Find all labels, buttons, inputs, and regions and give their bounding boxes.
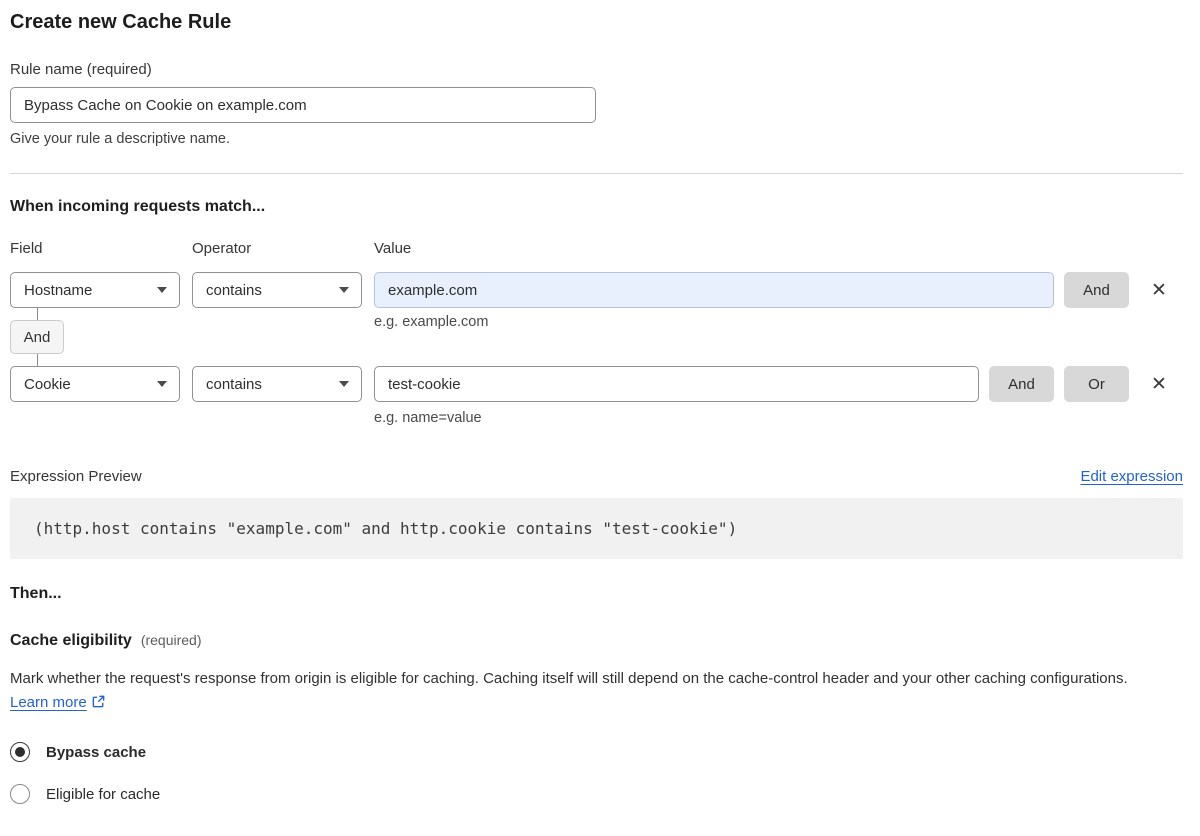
expression-code: (http.host contains "example.com" and ht…	[34, 519, 738, 538]
field-column-label: Field	[10, 240, 43, 257]
section-divider	[10, 173, 1183, 174]
value-hint-row2: e.g. name=value	[374, 410, 482, 426]
cache-eligibility-description: Mark whether the request's response from…	[10, 667, 1165, 717]
field-select-row2-value: Cookie	[24, 375, 71, 393]
match-row-1: Hostname contains And ✕	[10, 272, 1183, 308]
chevron-down-icon	[339, 287, 349, 293]
bypass-cache-radio[interactable]: Bypass cache	[10, 742, 1183, 762]
eligible-for-cache-label: Eligible for cache	[46, 785, 161, 803]
add-and-condition-button-row2[interactable]: And	[989, 366, 1054, 402]
add-and-condition-button-row1[interactable]: And	[1064, 272, 1129, 308]
field-select-row1-value: Hostname	[24, 281, 93, 299]
add-or-condition-button-row2[interactable]: Or	[1064, 366, 1129, 402]
match-column-labels: Field Operator Value	[10, 240, 1183, 257]
rule-name-input[interactable]	[10, 87, 596, 123]
operator-column-label: Operator	[192, 240, 252, 257]
close-icon[interactable]: ✕	[1148, 279, 1170, 301]
chevron-down-icon	[339, 381, 349, 387]
required-note: (required)	[140, 632, 202, 648]
connector-line-bottom	[36, 354, 38, 366]
rule-name-label: Rule name (required)	[10, 61, 152, 78]
operator-select-row2-value: contains	[206, 375, 262, 393]
field-select-row2[interactable]: Cookie	[10, 366, 180, 402]
value-column-label: Value	[374, 240, 412, 257]
chevron-down-icon	[157, 287, 167, 293]
radio-button-icon	[10, 742, 30, 762]
row-connector-zone: And e.g. example.com	[10, 308, 1183, 366]
radio-button-icon	[10, 784, 30, 804]
match-row-2: Cookie contains And Or ✕	[10, 366, 1183, 402]
page-title: Create new Cache Rule	[10, 11, 232, 33]
rule-name-help: Give your rule a descriptive name.	[10, 131, 231, 147]
and-connector-button[interactable]: And	[10, 320, 64, 354]
cache-eligibility-label: Cache eligibility	[10, 632, 132, 649]
connector-line-top	[36, 308, 38, 320]
then-heading: Then...	[10, 585, 62, 602]
external-link-icon	[91, 693, 106, 717]
match-heading: When incoming requests match...	[10, 198, 266, 215]
cache-eligibility-options: Bypass cache Eligible for cache	[10, 742, 1183, 804]
operator-select-row1[interactable]: contains	[192, 272, 362, 308]
chevron-down-icon	[157, 381, 167, 387]
value-hint-row1: e.g. example.com	[374, 314, 489, 330]
expression-preview-label: Expression Preview	[10, 468, 142, 485]
value-input-row2[interactable]	[374, 366, 979, 402]
learn-more-link[interactable]: Learn more	[10, 694, 87, 711]
operator-select-row2[interactable]: contains	[192, 366, 362, 402]
close-icon[interactable]: ✕	[1148, 373, 1170, 395]
operator-select-row1-value: contains	[206, 281, 262, 299]
edit-expression-link[interactable]: Edit expression	[1080, 468, 1183, 485]
row1-buttons: And	[1064, 272, 1129, 308]
and-connector: And	[10, 308, 64, 366]
expression-header: Expression Preview Edit expression	[10, 468, 1183, 485]
create-cache-rule-page: Create new Cache Rule Rule name (require…	[0, 0, 1200, 836]
value-input-row1[interactable]	[374, 272, 1054, 308]
description-text: Mark whether the request's response from…	[10, 670, 1128, 687]
row2-buttons: And Or	[989, 366, 1129, 402]
field-select-row1[interactable]: Hostname	[10, 272, 180, 308]
eligible-for-cache-radio[interactable]: Eligible for cache	[10, 784, 1183, 804]
bypass-cache-label: Bypass cache	[46, 743, 147, 761]
expression-code-block: (http.host contains "example.com" and ht…	[10, 498, 1183, 559]
cache-eligibility-header: Cache eligibility (required)	[10, 632, 1183, 650]
